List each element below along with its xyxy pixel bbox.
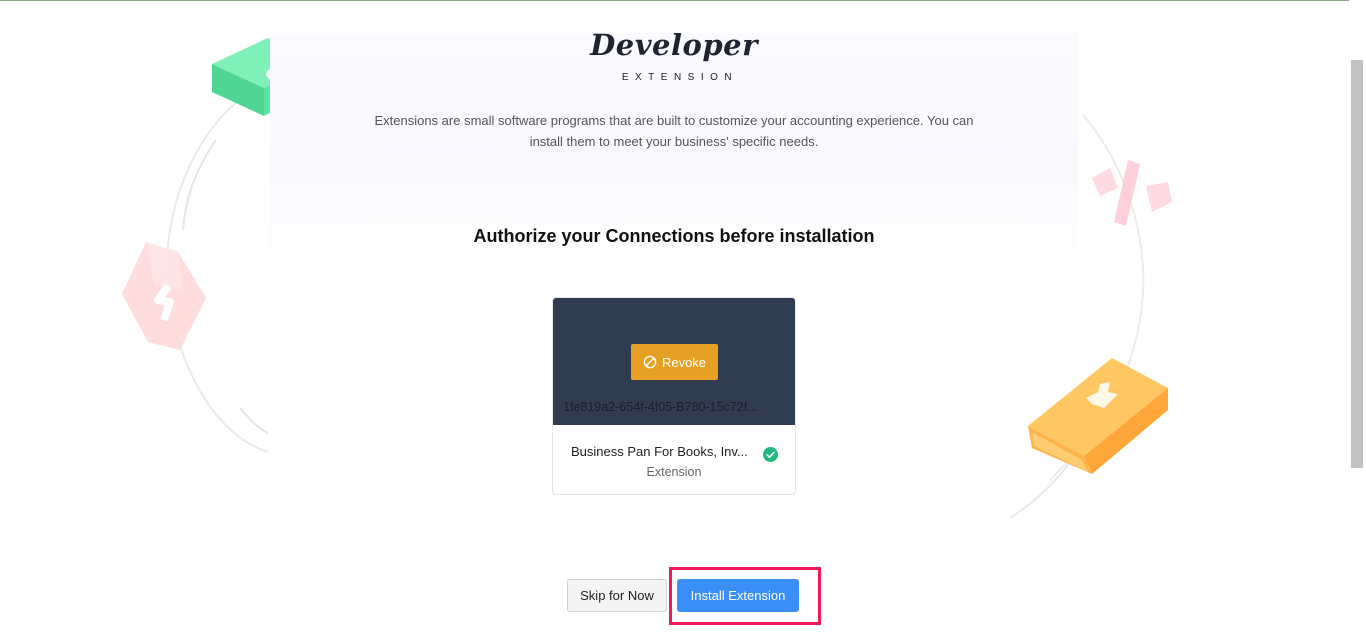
connection-card: Revoke 1fe819a2-654f-4f05-B780-15c72f...… — [552, 297, 796, 495]
hero-description-line-2: install them to meet your business' spec… — [529, 134, 819, 149]
hero-description-line-1: Extensions are small software programs t… — [374, 113, 974, 128]
connection-card-header: Revoke 1fe819a2-654f-4f05-B780-15c72f... — [553, 298, 795, 425]
scrollbar-thumb[interactable] — [1351, 60, 1363, 468]
verified-check-icon — [763, 447, 778, 462]
revoke-button[interactable]: Revoke — [631, 344, 718, 380]
vertical-scrollbar[interactable] — [1349, 0, 1366, 641]
install-highlight-annotation — [669, 567, 821, 625]
brand-subtitle: EXTENSION — [621, 72, 739, 83]
code-tag-icon — [1092, 160, 1172, 226]
revoke-button-label: Revoke — [661, 354, 707, 370]
package-box-icon — [1028, 358, 1168, 474]
brand-title: Developer — [590, 28, 758, 62]
hero-description: Extensions are small software programs t… — [340, 110, 1008, 152]
skip-for-now-button[interactable]: Skip for Now — [567, 579, 667, 612]
ban-icon — [643, 355, 657, 369]
section-heading: Authorize your Connections before instal… — [473, 226, 875, 246]
page: Developer EXTENSION Extensions are small… — [0, 0, 1366, 641]
connection-name: Business Pan For Books, Inv... — [571, 444, 748, 459]
connection-id: 1fe819a2-654f-4f05-B780-15c72f... — [563, 400, 758, 414]
hexagon-code-icon — [122, 242, 206, 350]
connection-type: Extension — [646, 465, 702, 479]
